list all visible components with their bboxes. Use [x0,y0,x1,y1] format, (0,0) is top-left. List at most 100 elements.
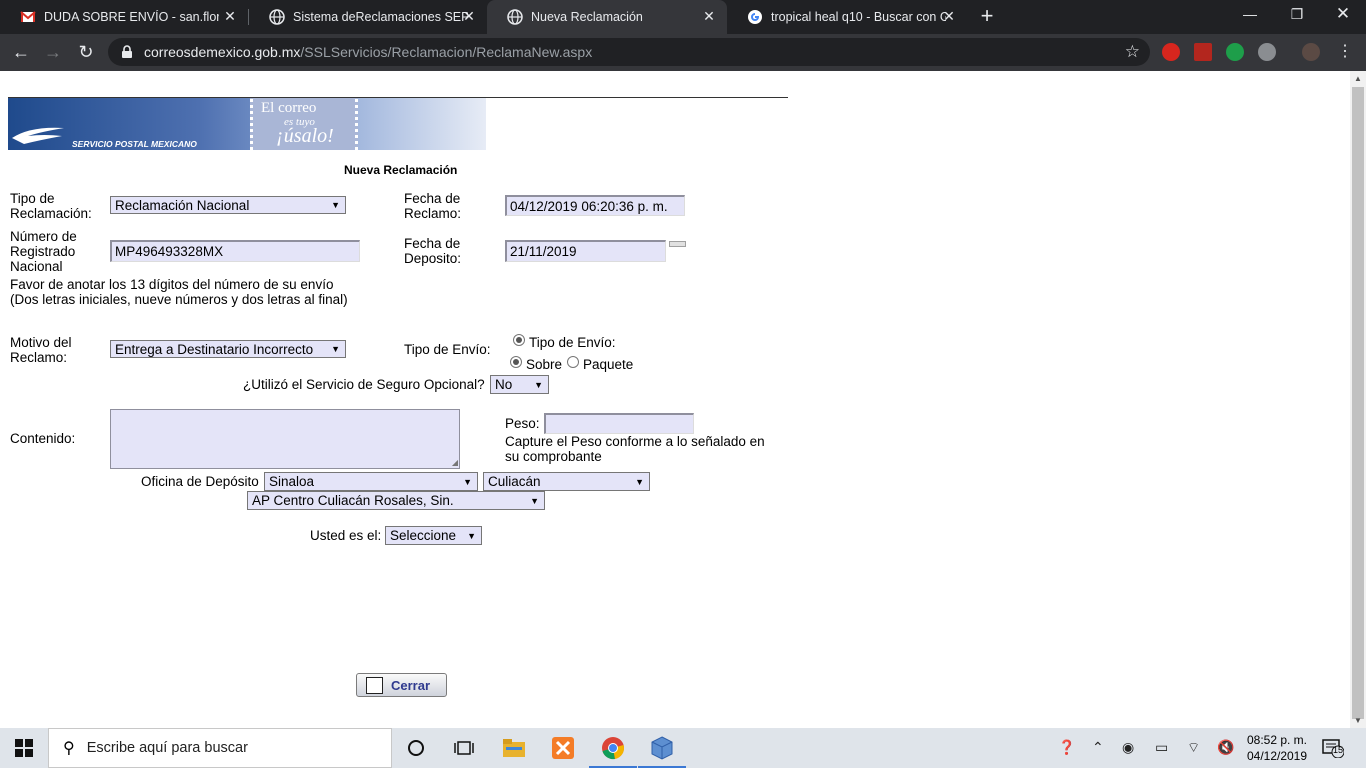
address-bar[interactable]: correosdemexico.gob.mx/SSLServicios/Recl… [108,38,1150,66]
search-icon: ⚲ [63,740,75,757]
numero-registrado-field[interactable]: MP496493328MX [110,240,360,262]
restore-icon[interactable]: ❐ [1287,6,1307,23]
forward-icon[interactable]: → [42,41,64,63]
system-clock[interactable]: 08:52 p. m. 04/12/2019 [1240,732,1314,764]
chevron-up-icon[interactable]: ⌃ [1092,739,1104,756]
motivo-value: Entrega a Destinatario Incorrecto [115,341,314,357]
tipo-reclamacion-select[interactable]: Reclamación Nacional ▼ [110,196,346,214]
tab-sistema-reclamaciones[interactable]: Sistema deReclamaciones SEPOM ✕ [249,0,487,34]
virtualbox-icon[interactable] [638,728,686,768]
tipo-reclamacion-value: Reclamación Nacional [115,197,250,213]
fecha-deposito-value: 21/11/2019 [510,244,577,259]
tab-title: Nueva Reclamación [531,10,643,24]
lock-icon [122,45,132,58]
tab-title: DUDA SOBRE ENVÍO - san.floreé [44,10,219,24]
menu-kebab-icon[interactable]: ⋮ [1334,41,1356,63]
numero-registrado-value: MP496493328MX [115,244,224,259]
google-icon [748,10,762,24]
usted-label: Usted es el: [310,528,382,543]
close-icon[interactable]: ✕ [222,8,238,25]
estado-select[interactable]: Sinaloa ▼ [264,472,478,491]
ciudad-value: Culiacán [488,474,541,489]
window-close-icon[interactable]: ✕ [1333,4,1353,24]
fecha-reclamo-field[interactable]: 04/12/2019 06:20:36 p. m. [505,195,685,216]
fecha-deposito-label: Fecha de Deposito: [404,236,462,266]
xampp-icon[interactable] [539,728,587,768]
address-url: correosdemexico.gob.mx/SSLServicios/Recl… [144,44,592,60]
banner-org-name: SERVICIO POSTAL MEXICANO [72,139,197,149]
dropdown-arrow-icon: ▼ [530,495,539,506]
chrome-taskbar-icon[interactable] [589,728,637,768]
oficina-select[interactable]: AP Centro Culiacán Rosales, Sin. ▼ [247,491,545,510]
peso-hint: Capture el Peso conforme a lo señalado e… [505,434,765,464]
battery-icon[interactable]: ▭ [1155,739,1168,756]
usted-value: Seleccione [390,528,457,543]
clock-time: 08:52 p. m. [1246,733,1308,747]
green-extension-icon[interactable] [1226,43,1244,61]
chat-extension-icon[interactable] [1258,43,1276,61]
peso-field[interactable] [544,413,694,434]
usted-select[interactable]: Seleccione ▼ [385,526,482,545]
taskbar-search-placeholder: Escribe aquí para buscar [86,740,248,756]
fecha-reclamo-label: Fecha de Reclamo: [404,191,462,221]
contenido-textarea[interactable]: ◢ [110,409,460,469]
windows-logo-icon [15,739,33,757]
scrollbar-thumb[interactable] [1352,87,1364,719]
tab-nueva-reclamacion[interactable]: Nueva Reclamación ✕ [487,0,727,34]
resize-grip-icon[interactable]: ◢ [452,458,458,467]
start-button[interactable] [0,728,48,768]
page-title: Nueva Reclamación [344,163,458,177]
banner-motto-line3: ¡úsalo! [276,125,334,147]
numero-registrado-label: Número de Registrado Nacional [10,229,77,274]
motivo-label: Motivo del Reclamo: [10,335,72,365]
sobre-radio[interactable] [510,356,522,368]
scroll-up-icon[interactable]: ▲ [1354,74,1362,83]
eagle-logo-icon [12,127,64,144]
fecha-deposito-field[interactable]: 21/11/2019 [505,240,666,262]
tipo-envio-radio[interactable] [513,334,525,346]
back-icon[interactable]: ← [10,41,32,63]
adblock-extension-icon[interactable] [1162,43,1180,61]
reload-icon[interactable]: ↻ [75,41,97,63]
volume-muted-icon[interactable]: 🔇 [1217,739,1234,756]
motivo-select[interactable]: Entrega a Destinatario Incorrecto ▼ [110,340,346,358]
calendar-button[interactable] [669,241,686,247]
action-center-icon[interactable]: 15 [1322,738,1345,759]
minimize-icon[interactable]: — [1240,6,1260,22]
dropdown-arrow-icon: ▼ [635,476,644,487]
tab-google-search[interactable]: tropical heal q10 - Buscar con Go ✕ [727,0,967,34]
tab-gmail[interactable]: DUDA SOBRE ENVÍO - san.floreé ✕ [0,0,248,34]
estado-value: Sinaloa [269,474,315,489]
cortana-icon[interactable] [392,728,440,768]
cerrar-button[interactable]: Cerrar [356,673,447,697]
chrome-tray-icon[interactable]: ◉ [1122,739,1134,756]
bookmark-star-icon[interactable]: ☆ [1125,42,1140,62]
close-icon[interactable]: ✕ [701,8,717,25]
tipo-reclamacion-label: Tipo de Reclamación: [10,191,92,221]
seguro-value: No [495,377,513,392]
contenido-label: Contenido: [10,431,76,446]
wifi-icon[interactable]: ⌔ [1187,739,1200,757]
task-view-icon[interactable] [440,728,488,768]
close-icon[interactable]: ✕ [941,8,957,25]
oficina-value: AP Centro Culiacán Rosales, Sin. [252,493,454,508]
pdf-extension-icon[interactable] [1194,43,1212,61]
taskbar-search[interactable]: ⚲ Escribe aquí para buscar [48,728,392,768]
new-tab-button[interactable]: + [977,5,997,27]
dropdown-arrow-icon: ▼ [463,476,472,487]
sepomex-banner: El correo es tuyo ¡úsalo! SERVICIO POSTA… [8,98,486,150]
file-explorer-icon[interactable] [490,728,538,768]
browser-tab-bar: DUDA SOBRE ENVÍO - san.floreé ✕ Sistema … [0,0,1366,34]
banner-motto-line1: El correo [261,100,317,116]
vertical-scrollbar[interactable]: ▲ ▼ [1350,71,1366,728]
scroll-down-icon[interactable]: ▼ [1354,716,1362,725]
profile-avatar[interactable] [1302,43,1320,61]
paquete-radio[interactable] [567,356,579,368]
ciudad-select[interactable]: Culiacán ▼ [483,472,650,491]
web-page: El correo es tuyo ¡úsalo! SERVICIO POSTA… [0,71,1350,728]
tipo-envio-label: Tipo de Envío: [404,342,491,357]
seguro-label: ¿Utilizó el Servicio de Seguro Opcional? [243,377,485,392]
close-icon[interactable]: ✕ [461,8,477,25]
help-tray-icon[interactable]: ❓ [1058,739,1075,756]
seguro-select[interactable]: No ▼ [490,375,549,394]
